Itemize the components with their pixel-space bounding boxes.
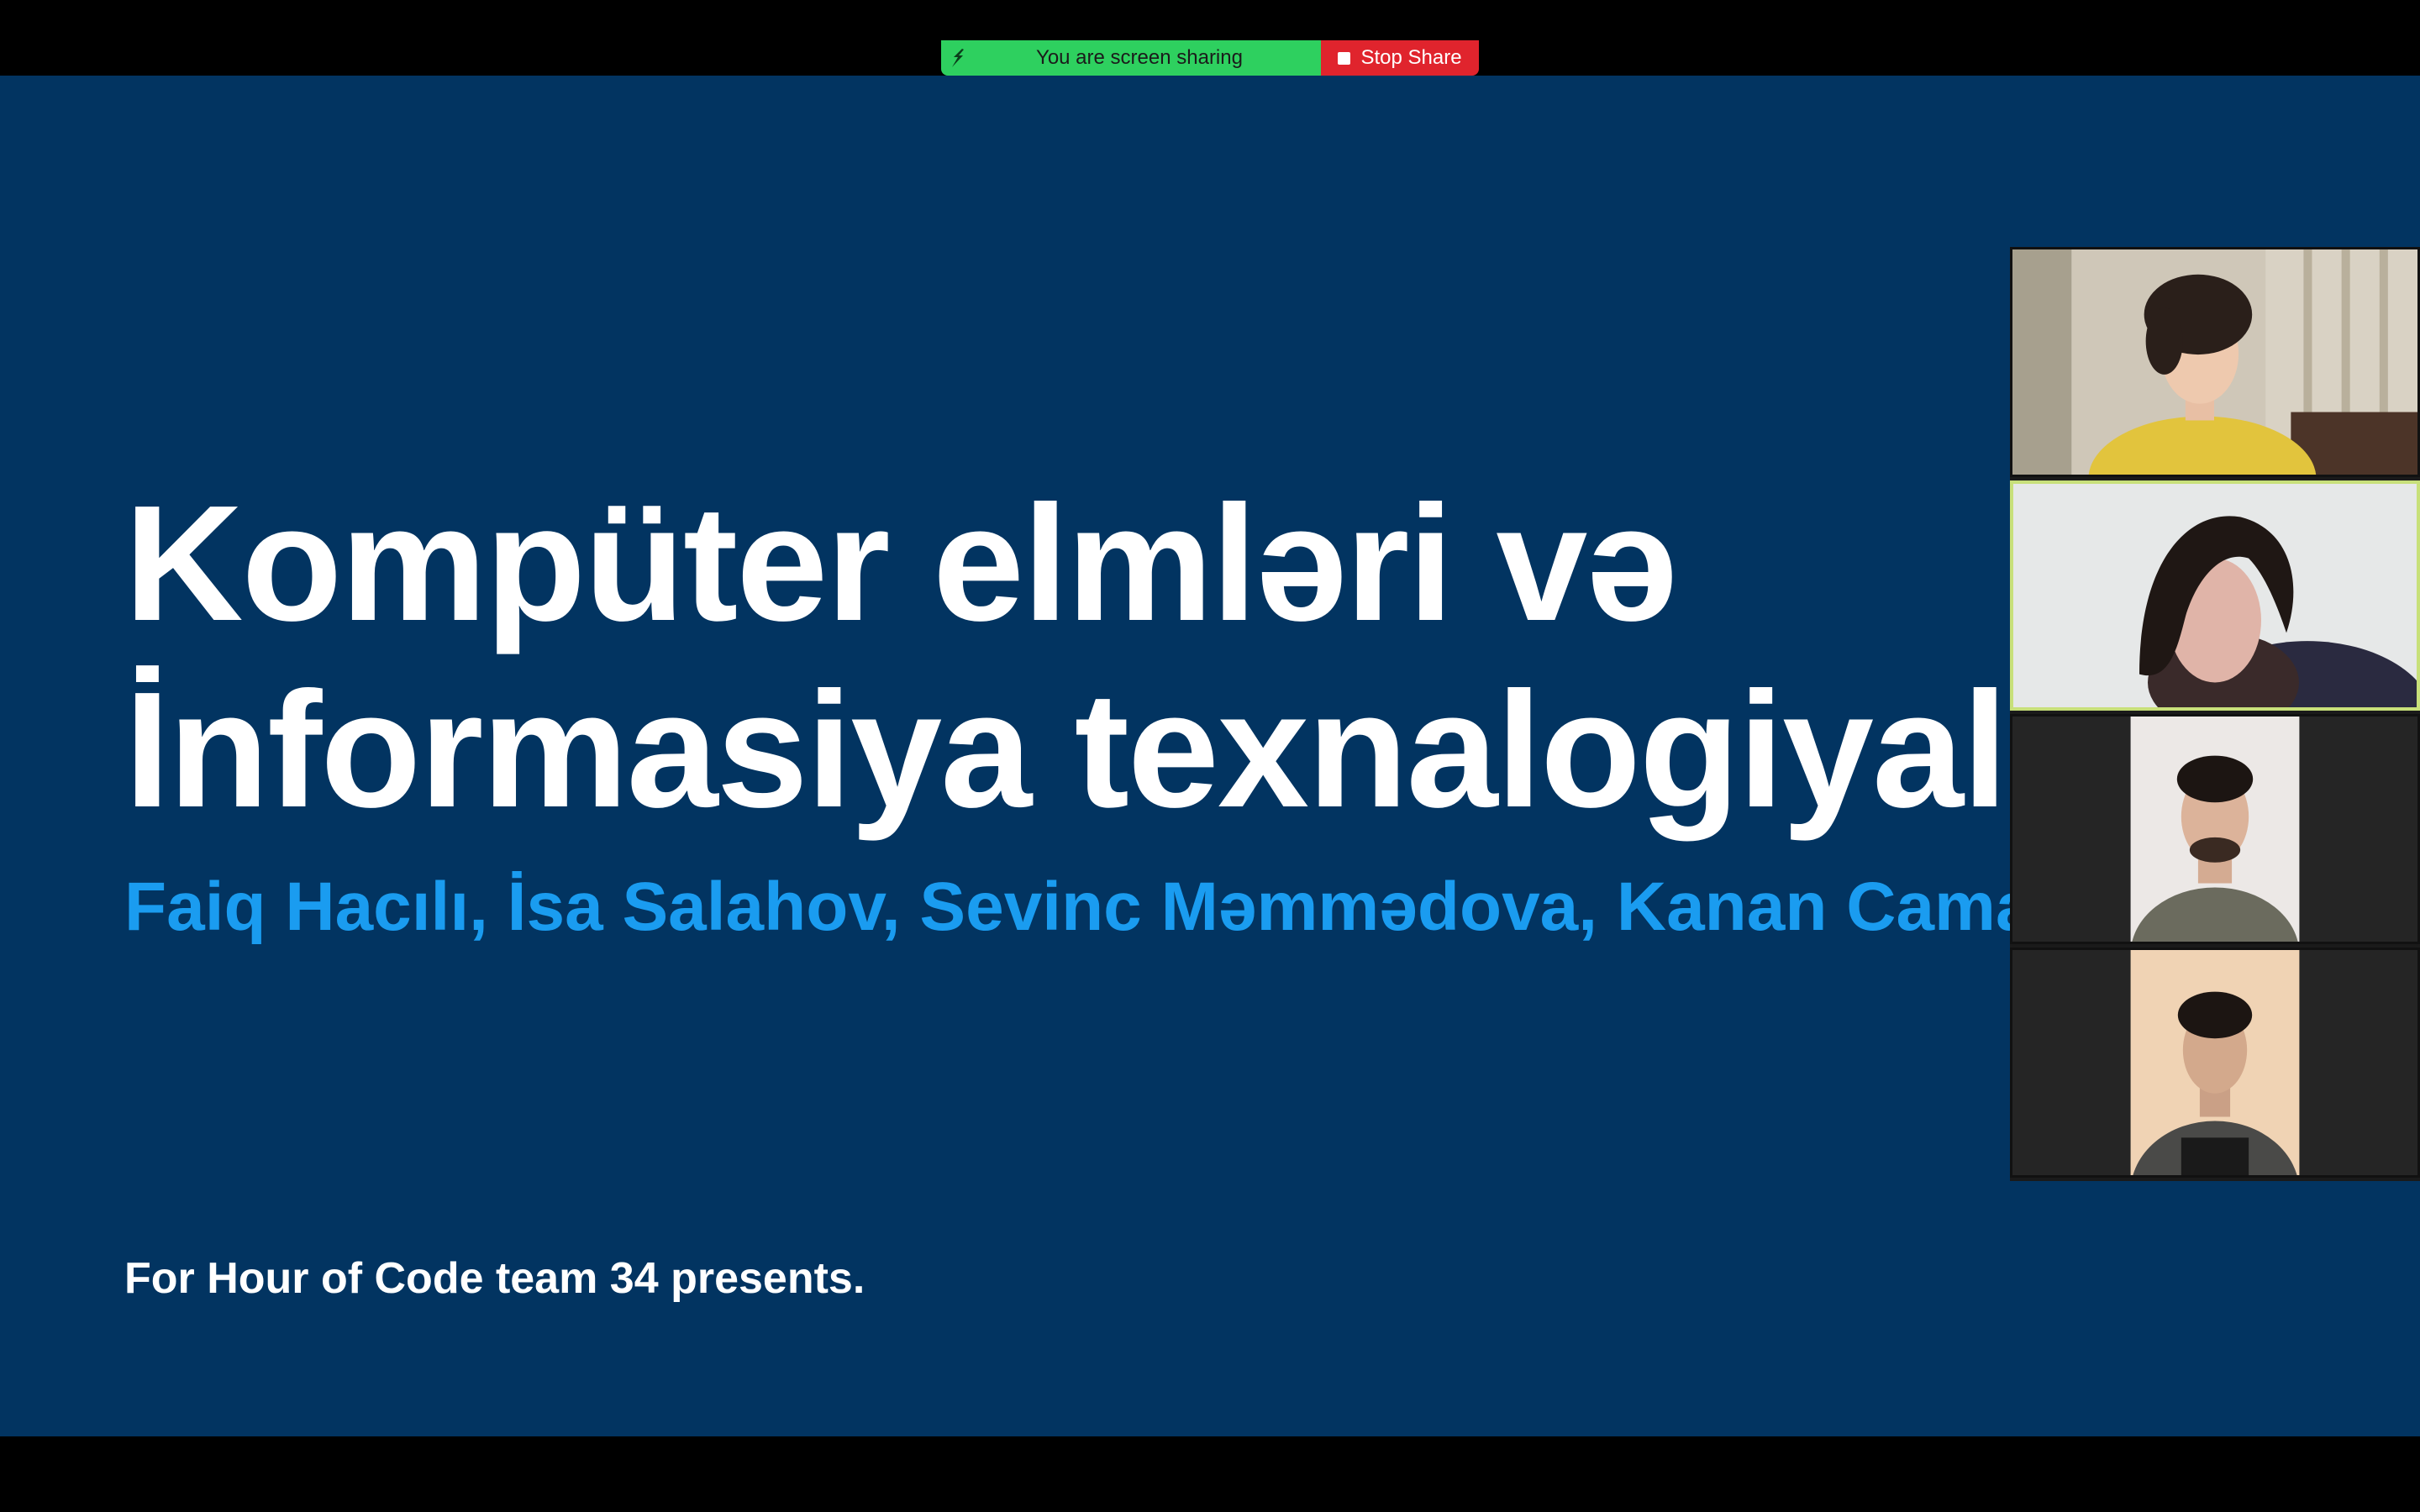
screen-sharing-bar: You are screen sharing Stop Share	[941, 40, 1479, 76]
screen-sharing-label: You are screen sharing	[1036, 46, 1243, 69]
slide-title-line-2: İnformasiya texnalogiyaları	[124, 658, 2204, 842]
share-arrow-icon	[941, 40, 975, 76]
slide-authors: Faiq Hacılı, İsa Salahov, Sevinc Məmmədo…	[124, 869, 2134, 945]
screen-sharing-status[interactable]: You are screen sharing	[941, 40, 1321, 76]
participant-video-icon	[2013, 484, 2417, 707]
participant-video-icon	[2012, 950, 2417, 1175]
stop-share-label: Stop Share	[1360, 46, 1462, 69]
participant-video-icon	[2012, 717, 2417, 942]
slide-footer-note: For Hour of Code team 34 presents.	[124, 1254, 865, 1303]
slide-title: Kompüter elmləri və İnformasiya texnalog…	[124, 470, 2204, 843]
participant-video-tile[interactable]	[2010, 247, 2420, 477]
participant-video-icon	[2012, 249, 2417, 475]
video-gallery	[2010, 247, 2420, 1181]
slide-title-line-1: Kompüter elmləri və	[124, 471, 1677, 655]
participant-video-tile-active-speaker[interactable]	[2010, 480, 2420, 711]
stop-share-button[interactable]: Stop Share	[1321, 40, 1479, 76]
stop-icon	[1338, 51, 1351, 65]
participant-video-tile[interactable]	[2010, 714, 2420, 944]
participant-video-tile[interactable]	[2010, 948, 2420, 1178]
screen: Kompüter elmləri və İnformasiya texnalog…	[0, 0, 2420, 1512]
